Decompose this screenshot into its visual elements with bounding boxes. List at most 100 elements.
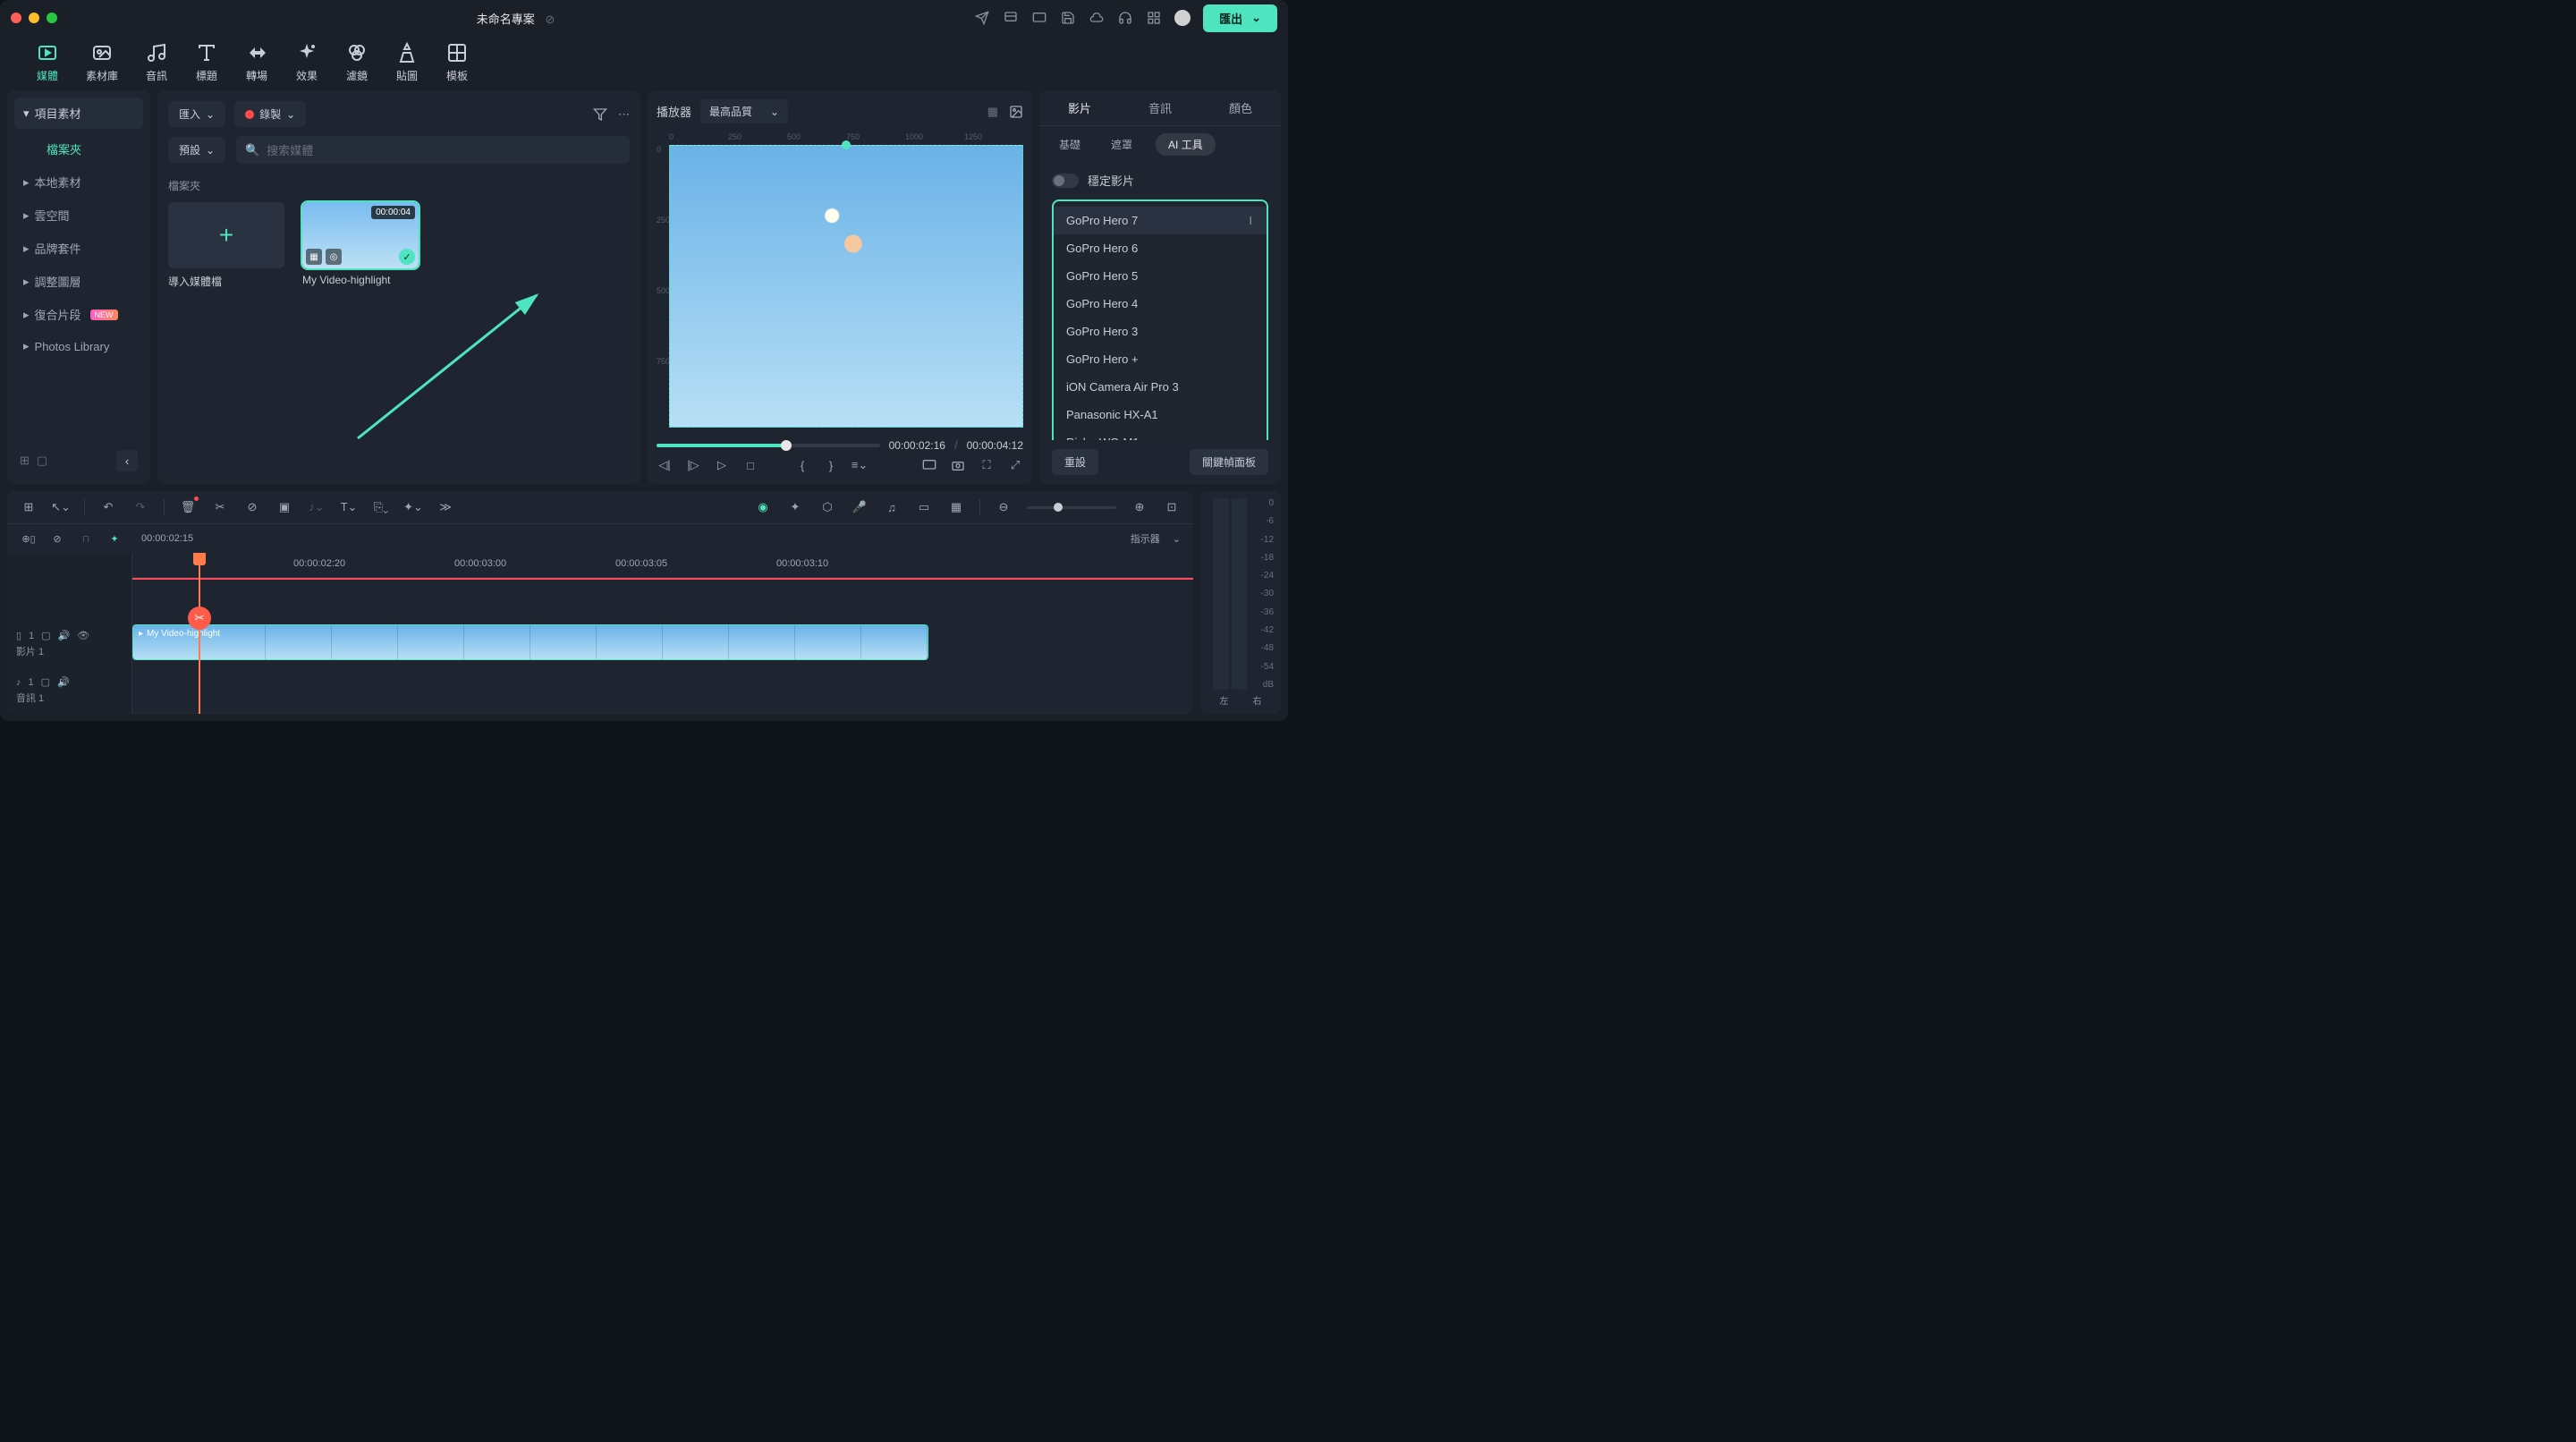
text-tool-icon[interactable]: T⌄: [340, 498, 358, 516]
canvas-handle-icon[interactable]: [842, 140, 851, 149]
tab-stock[interactable]: 素材庫: [86, 41, 118, 83]
link-icon[interactable]: ⊘: [243, 498, 261, 516]
sidebar-category[interactable]: ▾ 項目素材: [14, 98, 143, 129]
subtab-ai[interactable]: AI 工具: [1156, 133, 1216, 156]
sidebar-item-photos[interactable]: ▸Photos Library: [14, 331, 143, 361]
tab-filter[interactable]: 濾鏡: [345, 41, 369, 83]
video-track[interactable]: ▸ My Video-highlight: [132, 621, 1193, 667]
profile-option[interactable]: GoPro Hero 7: [1054, 207, 1267, 234]
save-icon[interactable]: [1060, 10, 1076, 26]
profile-option[interactable]: GoPro Hero 5: [1054, 262, 1267, 290]
image-icon[interactable]: [1009, 105, 1023, 119]
render-icon[interactable]: ▦: [947, 498, 965, 516]
maximize-window-icon[interactable]: [47, 13, 57, 23]
filter-icon[interactable]: [593, 107, 607, 122]
tab-effect[interactable]: 效果: [295, 41, 318, 83]
sidebar-item-cloud[interactable]: ▸雲空間: [14, 199, 143, 232]
effects-icon[interactable]: ✦⌄: [404, 498, 422, 516]
video-clip[interactable]: ▸ My Video-highlight: [132, 624, 928, 660]
layout-grid-icon[interactable]: ▦: [987, 105, 998, 119]
sidebar-item-folder[interactable]: 檔案夾: [14, 132, 143, 165]
export-button[interactable]: 匯出 ⌄: [1203, 4, 1277, 32]
inspector-tab-color[interactable]: 顏色: [1200, 90, 1281, 125]
media-item[interactable]: 00:00:04 ▦ ◎ ✓ My Video-highlight: [302, 202, 419, 289]
copy-icon[interactable]: ⎘⌄: [372, 498, 390, 516]
play-icon[interactable]: ▷: [714, 457, 730, 473]
mix-icon[interactable]: ▭: [915, 498, 933, 516]
profile-option[interactable]: GoPro Hero 3: [1054, 318, 1267, 345]
profile-option[interactable]: Panasonic HX-A1: [1054, 401, 1267, 428]
avatar[interactable]: [1174, 10, 1191, 26]
lock-icon[interactable]: ▢: [41, 676, 50, 688]
split-icon[interactable]: ✂: [188, 606, 211, 630]
more-icon[interactable]: ⋯: [618, 107, 630, 122]
mark-in-icon[interactable]: {: [794, 457, 810, 473]
tab-sticker[interactable]: 貼圖: [395, 41, 419, 83]
cloud-icon[interactable]: [1089, 10, 1105, 26]
sidebar-item-local[interactable]: ▸本地素材: [14, 165, 143, 199]
tab-transition[interactable]: 轉場: [245, 41, 268, 83]
inspector-tab-video[interactable]: 影片: [1039, 90, 1120, 125]
profile-option[interactable]: GoPro Hero 4: [1054, 290, 1267, 318]
preview-viewport[interactable]: 025050075010001250 0250500750: [657, 132, 1023, 428]
library-icon[interactable]: [1003, 10, 1019, 26]
close-window-icon[interactable]: [11, 13, 21, 23]
inspector-tab-audio[interactable]: 音訊: [1120, 90, 1200, 125]
new-folder-icon[interactable]: ⊞: [20, 454, 30, 468]
mark-out-icon[interactable]: }: [823, 457, 839, 473]
import-button[interactable]: 匯入⌄: [168, 101, 225, 127]
audio-track[interactable]: [132, 667, 1193, 714]
mic-icon[interactable]: 🎤: [851, 498, 869, 516]
headphones-icon[interactable]: [1117, 10, 1133, 26]
playhead[interactable]: ✂: [199, 553, 200, 714]
delete-icon[interactable]: 🗑: [179, 498, 197, 516]
subtab-mask[interactable]: 遮罩: [1104, 133, 1140, 156]
search-input[interactable]: 🔍 搜索媒體: [236, 136, 630, 164]
ai-assistant-icon[interactable]: ◉: [754, 498, 772, 516]
cut-icon[interactable]: ✂: [211, 498, 229, 516]
tab-title[interactable]: 標題: [195, 41, 218, 83]
timeline-ruler[interactable]: 00:00:02:20 00:00:03:00 00:00:03:05 00:0…: [132, 553, 1193, 578]
more-tools-icon[interactable]: ≫: [436, 498, 454, 516]
sidebar-item-adjust[interactable]: ▸調整圖層: [14, 265, 143, 298]
keyframe-panel-button[interactable]: 關鍵幀面板: [1190, 449, 1268, 475]
tab-media[interactable]: 媒體: [36, 41, 59, 83]
profile-option[interactable]: GoPro Hero 6: [1054, 234, 1267, 262]
profile-option[interactable]: GoPro Hero +: [1054, 345, 1267, 373]
zoom-out-icon[interactable]: ⊖: [995, 498, 1013, 516]
audio-tool-icon[interactable]: ♫: [883, 498, 901, 516]
crop-icon[interactable]: ⛶: [979, 457, 995, 473]
zoom-slider[interactable]: [1027, 506, 1116, 509]
audio-track-header[interactable]: ♪1 ▢ 🔊 音訊 1: [7, 667, 131, 714]
music-icon[interactable]: ♪⌄: [308, 498, 326, 516]
monitor-icon[interactable]: [1031, 10, 1047, 26]
canvas[interactable]: [669, 145, 1023, 428]
record-button[interactable]: 錄製⌄: [234, 101, 306, 127]
quality-select[interactable]: 最高品質⌄: [700, 99, 788, 123]
sidebar-item-compound[interactable]: ▸復合片段NEW: [14, 298, 143, 331]
profile-option[interactable]: Richo WG-M1: [1054, 428, 1267, 440]
snapshot-icon[interactable]: [950, 457, 966, 473]
snap-icon[interactable]: ✦: [106, 530, 123, 547]
redo-icon[interactable]: ↷: [131, 498, 149, 516]
tracks-area[interactable]: 00:00:02:20 00:00:03:00 00:00:03:05 00:0…: [132, 553, 1193, 714]
stop-icon[interactable]: □: [742, 457, 758, 473]
marker-list-icon[interactable]: ≡⌄: [852, 457, 868, 473]
scrub-bar[interactable]: [657, 444, 880, 447]
reset-button[interactable]: 重設: [1052, 449, 1098, 475]
fullscreen-icon[interactable]: ⤢: [1007, 457, 1023, 473]
indicator-label[interactable]: 指示器: [1131, 531, 1160, 546]
playhead-handle-icon[interactable]: [193, 553, 206, 565]
mute-icon[interactable]: 🔊: [58, 630, 71, 641]
folder-icon[interactable]: ▢: [37, 454, 47, 468]
collapse-sidebar-button[interactable]: ‹: [116, 450, 138, 471]
import-media-card[interactable]: + 導入媒體檔: [168, 202, 284, 289]
sidebar-item-brand[interactable]: ▸品牌套件: [14, 232, 143, 265]
tab-audio[interactable]: 音訊: [145, 41, 168, 83]
preset-dropdown[interactable]: 預設⌄: [168, 137, 225, 163]
display-icon[interactable]: [921, 457, 937, 473]
add-track-icon[interactable]: ⊕▯: [20, 530, 38, 547]
tab-template[interactable]: 模板: [445, 41, 469, 83]
eye-icon[interactable]: 👁: [77, 630, 89, 641]
lock-icon[interactable]: ▢: [41, 630, 50, 641]
